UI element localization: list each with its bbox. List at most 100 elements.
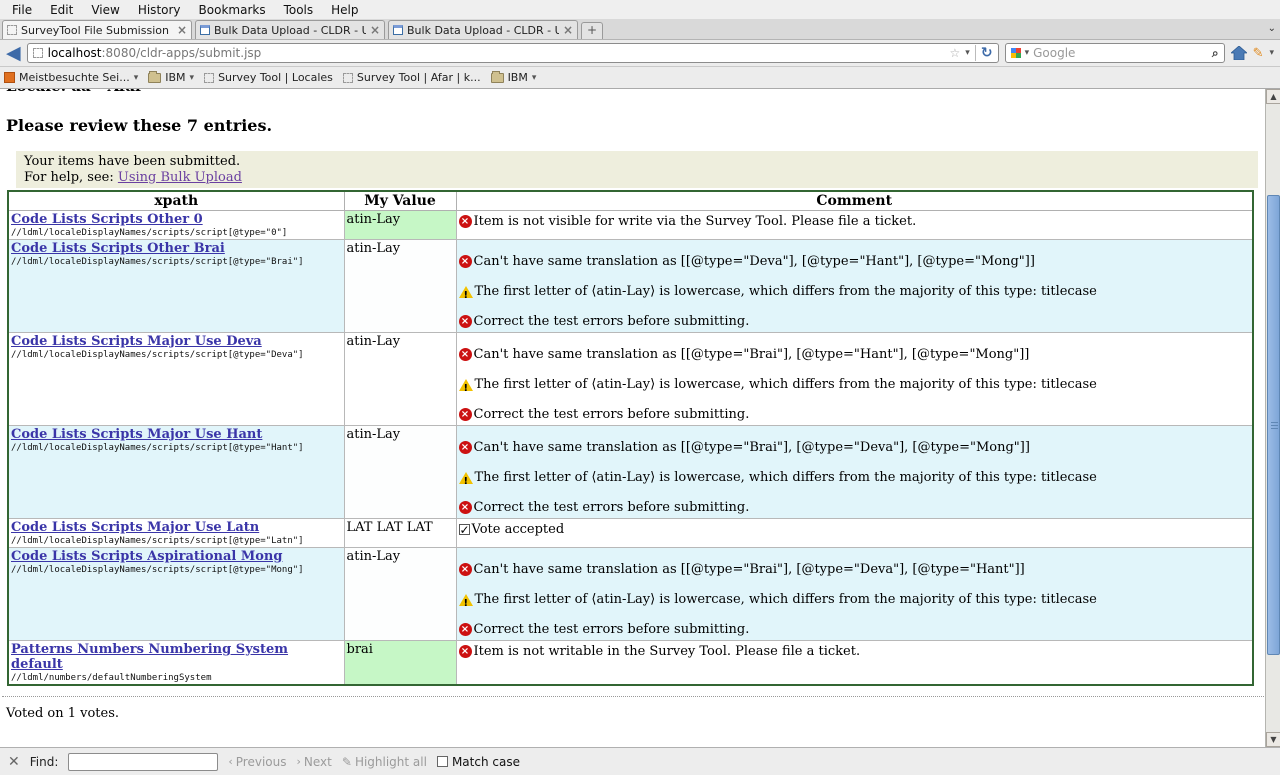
binoculars-search-icon[interactable]: ⌕ [1212,46,1219,61]
comment-text: The first letter of ⟨atin-Lay⟩ is lowerc… [475,282,1097,301]
google-logo-icon[interactable] [1011,48,1021,58]
comment-line: The first letter of ⟨atin-Lay⟩ is lowerc… [459,468,1251,487]
xpath-link[interactable]: Code Lists Scripts Major Use Latn [11,520,259,535]
xpath-cell: Code Lists Scripts Other Brai //ldml/loc… [8,240,344,333]
bookmark-item-1[interactable]: Meistbesuchte Sei...▾ [4,71,138,84]
error-icon: × [459,215,472,228]
tab-close-icon[interactable]: × [177,25,187,35]
bookmark-label: Survey Tool | Afar | k... [357,71,481,84]
warning-icon [459,472,473,484]
tab-2[interactable]: Bulk Data Upload - CLDR - Un... × [195,20,385,39]
menu-item-tools[interactable]: Tools [276,2,322,18]
toolbar-overflow-chevron-icon[interactable]: ▾ [1269,48,1274,58]
comment-line: ×Correct the test errors before submitti… [459,498,1251,517]
comment-text: Correct the test errors before submittin… [474,498,750,517]
xpath-link[interactable]: Code Lists Scripts Other Brai [11,241,225,256]
using-bulk-upload-link[interactable]: Using Bulk Upload [118,170,242,185]
find-next-button[interactable]: › Next [297,755,332,769]
comment-cell: ×Can't have same translation as [[@type=… [456,240,1253,333]
vertical-scrollbar[interactable]: ▲ ▼ [1265,89,1280,747]
comment-line: ×Item is not visible for write via the S… [459,212,1251,231]
xpath-path: //ldml/localeDisplayNames/scripts/script… [11,443,342,453]
home-icon[interactable] [1231,46,1247,60]
bookmark-label: IBM [508,71,528,84]
bookmark-item-5[interactable]: IBM▾ [491,71,537,84]
menu-item-history[interactable]: History [130,2,189,18]
scroll-down-arrow-icon[interactable]: ▼ [1266,732,1280,747]
find-input[interactable] [68,753,218,771]
menu-item-bookmarks[interactable]: Bookmarks [191,2,274,18]
navigation-toolbar: ◀ localhost:8080/cldr-apps/submit.jsp ☆ … [0,40,1280,67]
menu-item-help[interactable]: Help [323,2,366,18]
xpath-link[interactable]: Code Lists Scripts Aspirational Mong [11,549,282,564]
menu-item-file[interactable]: File [4,2,40,18]
web-icon [4,72,15,83]
xpath-cell: Code Lists Scripts Other 0 //ldml/locale… [8,211,344,240]
error-icon: × [459,315,472,328]
list-tabs-chevron-icon[interactable]: ⌄ [1268,23,1276,34]
match-case-checkbox[interactable]: Match case [437,755,520,769]
value-cell: brai [344,641,456,686]
search-bar[interactable]: ▾ Google ⌕ [1005,43,1225,63]
sage-feed-icon[interactable]: ✎ [1253,46,1264,61]
tab-strip: SurveyTool File Submission | ... × Bulk Da… [0,19,1280,40]
url-bar[interactable]: localhost:8080/cldr-apps/submit.jsp ☆ ▾ … [27,43,999,63]
bookmark-item-4[interactable]: Survey Tool | Afar | k... [343,71,481,84]
my-value-text: LAT LAT LAT [347,520,433,535]
table-row: Code Lists Scripts Other Brai //ldml/loc… [8,240,1253,333]
scrollbar-thumb[interactable] [1267,195,1280,655]
my-value-text: atin-Lay [347,549,401,564]
new-tab-button[interactable]: + [581,22,603,39]
chevron-left-icon: ‹ [228,755,232,768]
page-title: Please review these 7 entries. [6,116,1280,135]
menu-item-edit[interactable]: Edit [42,2,81,18]
comment-text: Can't have same translation as [[@type="… [474,252,1035,271]
reload-icon[interactable]: ↻ [975,45,993,61]
my-value-text: atin-Lay [347,334,401,349]
review-table: xpath My Value Comment Code Lists Script… [7,190,1254,686]
comment-line: ×Can't have same translation as [[@type=… [459,345,1251,364]
table-row: Code Lists Scripts Aspirational Mong //l… [8,548,1253,641]
comment-text: The first letter of ⟨atin-Lay⟩ is lowerc… [475,468,1097,487]
xpath-link[interactable]: Code Lists Scripts Other 0 [11,212,203,227]
column-header-myvalue: My Value [344,191,456,211]
url-dropdown-chevron-icon[interactable]: ▾ [965,48,970,58]
xpath-path: //ldml/localeDisplayNames/scripts/script… [11,565,342,575]
highlight-all-button[interactable]: ✎ Highlight all [342,755,427,769]
warning-icon [459,286,473,298]
review-table-body: Code Lists Scripts Other 0 //ldml/locale… [8,211,1253,686]
error-icon: × [459,563,472,576]
comment-cell: Vote accepted [456,519,1253,548]
comment-text: Correct the test errors before submittin… [474,620,750,639]
findbar-close-icon[interactable]: ✕ [8,754,20,770]
error-icon: × [459,255,472,268]
tab-title: Bulk Data Upload - CLDR - Un... [214,24,366,37]
bookmark-item-3[interactable]: Survey Tool | Locales [204,71,333,84]
xpath-cell: Code Lists Scripts Major Use Deva //ldml… [8,333,344,426]
table-row: Code Lists Scripts Major Use Latn //ldml… [8,519,1253,548]
value-cell: atin-Lay [344,548,456,641]
search-engine-chevron-icon[interactable]: ▾ [1025,48,1030,58]
scroll-up-arrow-icon[interactable]: ▲ [1266,89,1280,104]
search-placeholder: Google [1033,46,1208,60]
find-previous-button[interactable]: ‹ Previous [228,755,286,769]
comment-cell: ×Item is not visible for write via the S… [456,211,1253,240]
tab-title: SurveyTool File Submission | ... [21,24,173,37]
my-value-text: atin-Lay [347,212,401,227]
tab-close-icon[interactable]: × [563,25,573,35]
xpath-link[interactable]: Code Lists Scripts Major Use Deva [11,334,262,349]
page-favicon-placeholder-icon [33,48,43,58]
find-bar: ✕ Find: ‹ Previous › Next ✎ Highlight al… [0,747,1280,775]
checkbox-checked-icon[interactable] [459,524,470,535]
bookmark-item-2[interactable]: IBM▾ [148,71,194,84]
bookmark-star-icon[interactable]: ☆ [950,46,961,60]
warning-icon [459,379,473,391]
xpath-link[interactable]: Patterns Numbers Numbering System defaul… [11,642,288,672]
xpath-link[interactable]: Code Lists Scripts Major Use Hant [11,427,262,442]
menu-item-view[interactable]: View [83,2,127,18]
tab-1[interactable]: SurveyTool File Submission | ... × [2,20,192,39]
my-value-text: atin-Lay [347,241,401,256]
tab-close-icon[interactable]: × [370,25,380,35]
tab-3[interactable]: Bulk Data Upload - CLDR - Un...× [388,20,578,39]
back-button[interactable]: ◀ [6,44,21,63]
